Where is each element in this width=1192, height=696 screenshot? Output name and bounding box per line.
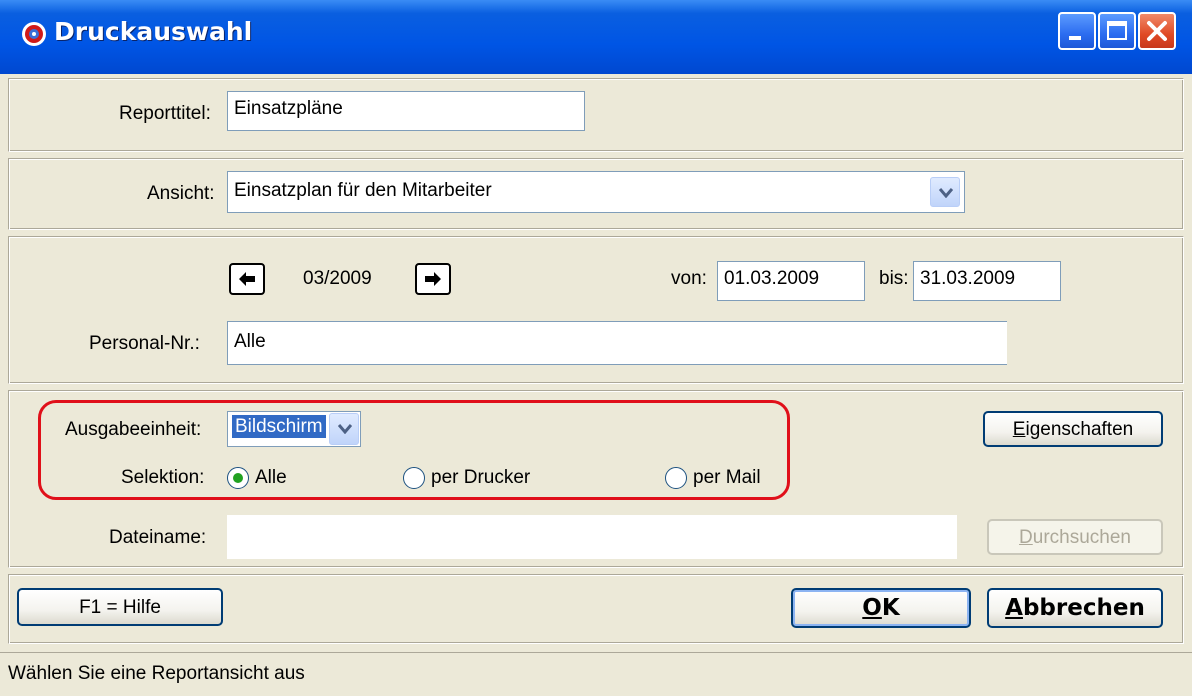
window-title: Druckauswahl — [54, 17, 253, 46]
browse-button[interactable]: Durchsuchen — [987, 519, 1163, 555]
ok-button[interactable]: OK — [791, 588, 971, 628]
status-text: Wählen Sie eine Reportansicht aus — [8, 663, 305, 684]
view-select-value: Einsatzplan für den Mitarbeiter — [234, 180, 492, 201]
chevron-down-icon[interactable] — [930, 177, 960, 207]
filename-input[interactable] — [227, 515, 957, 559]
browse-label: urchsuchen — [1032, 527, 1131, 548]
filename-label: Dateiname: — [109, 527, 207, 548]
properties-button[interactable]: Eigenschaften — [983, 411, 1163, 447]
view-label: Ansicht: — [147, 183, 215, 204]
report-title-input[interactable]: Einsatzpläne — [227, 91, 585, 131]
output-highlight-annotation — [38, 400, 790, 500]
arrow-right-icon[interactable] — [415, 263, 451, 295]
report-title-label: Reporttitel: — [119, 103, 211, 124]
month-display: 03/2009 — [303, 268, 372, 289]
from-date-input[interactable]: 01.03.2009 — [717, 261, 865, 301]
period-panel: 03/2009 von: 01.03.2009 bis: 31.03.2009 … — [8, 236, 1184, 384]
help-button[interactable]: F1 = Hilfe — [17, 588, 223, 626]
view-select[interactable]: Einsatzplan für den Mitarbeiter — [227, 171, 965, 213]
ok-label: K — [881, 595, 900, 621]
to-date-label: bis: — [879, 268, 909, 289]
from-date-label: von: — [671, 268, 707, 289]
maximize-icon[interactable] — [1098, 12, 1136, 50]
ok-mnemonic: O — [862, 595, 882, 621]
view-panel: Ansicht: Einsatzplan für den Mitarbeiter — [8, 158, 1184, 230]
minimize-icon[interactable] — [1058, 12, 1096, 50]
to-date-input[interactable]: 31.03.2009 — [913, 261, 1061, 301]
arrow-left-icon[interactable] — [229, 263, 265, 295]
status-bar: Wählen Sie eine Reportansicht aus — [0, 652, 1192, 696]
report-title-panel: Reporttitel: Einsatzpläne — [8, 78, 1184, 152]
print-selection-dialog: Druckauswahl Reporttitel: Einsatzpläne A… — [0, 0, 1192, 695]
properties-mnemonic: E — [1012, 419, 1026, 440]
cancel-label: bbrechen — [1022, 595, 1145, 621]
personnel-no-label: Personal-Nr.: — [89, 333, 200, 354]
browse-mnemonic: D — [1019, 527, 1033, 548]
cancel-mnemonic: A — [1005, 595, 1023, 621]
title-bar[interactable]: Druckauswahl — [0, 0, 1192, 74]
close-icon[interactable] — [1138, 12, 1176, 50]
footer-panel: F1 = Hilfe OK Abbrechen — [8, 574, 1184, 644]
properties-label: igenschaften — [1025, 419, 1134, 440]
personnel-no-input[interactable]: Alle — [227, 321, 1007, 365]
cancel-button[interactable]: Abbrechen — [987, 588, 1163, 628]
app-icon — [20, 20, 48, 48]
